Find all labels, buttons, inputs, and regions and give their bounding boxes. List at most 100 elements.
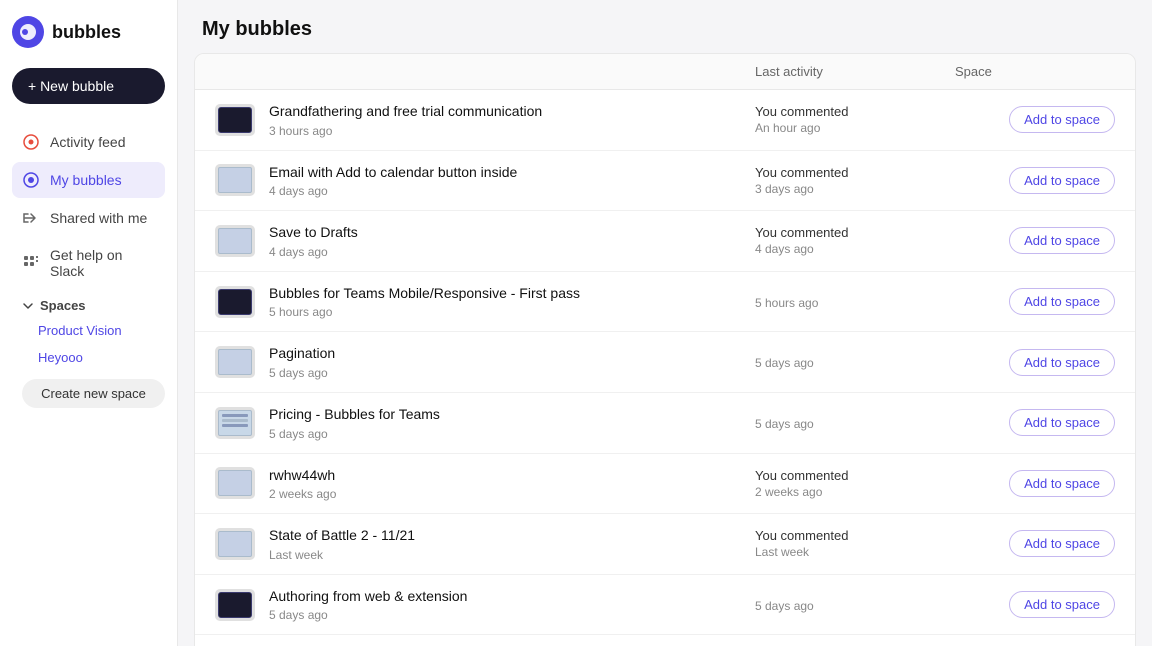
spaces-label: Spaces — [40, 298, 86, 313]
table-row: Email with Add to calendar button inside… — [195, 151, 1135, 212]
bubble-name: Save to Drafts — [269, 223, 358, 243]
space-link-product-vision[interactable]: Product Vision — [12, 317, 165, 344]
table-row: Authoring from web & extension 5 days ag… — [195, 575, 1135, 636]
space-cell: Add to space — [955, 409, 1115, 436]
activity-cell: You commentedAn hour ago — [755, 104, 955, 135]
bubble-info: Pricing - Bubbles for Teams 5 days ago — [269, 405, 440, 441]
col-last-activity: Last activity — [755, 64, 955, 79]
shared-with-me-icon — [22, 209, 40, 227]
bubble-name: Grandfathering and free trial communicat… — [269, 102, 542, 122]
table-row: Save to Drafts 4 days ago You commented4… — [195, 211, 1135, 272]
bubble-cell: Grandfathering and free trial communicat… — [215, 102, 755, 138]
activity-cell: You commented4 days ago — [755, 225, 955, 256]
bubble-cell: Email with Add to calendar button inside… — [215, 163, 755, 199]
sidebar-item-get-help[interactable]: Get help on Slack — [12, 238, 165, 288]
col-bubble — [215, 64, 755, 79]
bubble-thumbnail — [215, 104, 255, 136]
space-cell: Add to space — [955, 349, 1115, 376]
shared-with-me-label: Shared with me — [50, 210, 147, 226]
bubble-thumbnail — [215, 407, 255, 439]
bubble-time: 5 days ago — [269, 427, 440, 441]
add-to-space-button[interactable]: Add to space — [1009, 591, 1115, 618]
bubble-name: rwhw44wh — [269, 466, 336, 486]
bubble-time: 4 days ago — [269, 184, 517, 198]
page-title: My bubbles — [202, 18, 1128, 41]
main-content: My bubbles Last activity Space Grandfath… — [178, 0, 1152, 646]
bubble-cell: Authoring from web & extension 5 days ag… — [215, 587, 755, 623]
bubble-cell: Save to Drafts 4 days ago — [215, 223, 755, 259]
bubble-time: Last week — [269, 548, 415, 562]
table-row: Pagination 5 days ago 5 days ago Add to … — [195, 332, 1135, 393]
activity-feed-icon — [22, 133, 40, 151]
activity-cell: 5 days ago — [755, 415, 955, 431]
bubble-time: 4 days ago — [269, 245, 358, 259]
bubble-thumbnail — [215, 467, 255, 499]
table-row: Grandfathering and free trial communicat… — [195, 90, 1135, 151]
bubble-name: Pricing - Bubbles for Teams — [269, 405, 440, 425]
bubbles-table: Last activity Space Grandfathering and f… — [194, 53, 1136, 646]
table-row: Bubbles for Teams Mobile/Responsive - Fi… — [195, 272, 1135, 333]
main-header: My bubbles — [178, 0, 1152, 53]
activity-feed-label: Activity feed — [50, 134, 125, 150]
add-to-space-button[interactable]: Add to space — [1009, 409, 1115, 436]
col-space: Space — [955, 64, 1115, 79]
bubble-thumbnail — [215, 589, 255, 621]
space-cell: Add to space — [955, 106, 1115, 133]
bubble-thumbnail — [215, 346, 255, 378]
activity-cell: You commented3 days ago — [755, 165, 955, 196]
space-cell: Add to space — [955, 227, 1115, 254]
space-cell: Add to space — [955, 591, 1115, 618]
bubble-info: Save to Drafts 4 days ago — [269, 223, 358, 259]
space-cell: Add to space — [955, 167, 1115, 194]
sidebar-item-shared-with-me[interactable]: Shared with me — [12, 200, 165, 236]
bubble-cell: Pagination 5 days ago — [215, 344, 755, 380]
chevron-down-icon — [22, 300, 34, 312]
bubble-name: Bubbles for Teams Mobile/Responsive - Fi… — [269, 284, 580, 304]
bubble-name: Email with Add to calendar button inside — [269, 163, 517, 183]
bubble-name: Pagination — [269, 344, 335, 364]
bubble-info: Authoring from web & extension 5 days ag… — [269, 587, 467, 623]
create-new-space-button[interactable]: Create new space — [22, 379, 165, 408]
space-cell: Add to space — [955, 470, 1115, 497]
bubble-name: State of Battle 2 - 11/21 — [269, 526, 415, 546]
bubble-time: 5 days ago — [269, 608, 467, 622]
activity-cell: 5 hours ago — [755, 294, 955, 310]
table-row: State of Battle 2 - 11/21 Last week You … — [195, 514, 1135, 575]
add-to-space-button[interactable]: Add to space — [1009, 227, 1115, 254]
activity-cell: 5 days ago — [755, 597, 955, 613]
bubble-info: State of Battle 2 - 11/21 Last week — [269, 526, 415, 562]
bubble-time: 5 hours ago — [269, 305, 580, 319]
sidebar-item-activity-feed[interactable]: Activity feed — [12, 124, 165, 160]
my-bubbles-label: My bubbles — [50, 172, 122, 188]
add-to-space-button[interactable]: Add to space — [1009, 167, 1115, 194]
new-bubble-button[interactable]: + New bubble — [12, 68, 165, 104]
get-help-label: Get help on Slack — [50, 247, 155, 279]
add-to-space-button[interactable]: Add to space — [1009, 349, 1115, 376]
bubble-cell: Bubbles for Teams Mobile/Responsive - Fi… — [215, 284, 755, 320]
app-logo-icon — [12, 16, 44, 48]
bubble-info: Bubbles for Teams Mobile/Responsive - Fi… — [269, 284, 580, 320]
activity-cell: You commentedLast week — [755, 528, 955, 559]
add-to-space-button[interactable]: Add to space — [1009, 106, 1115, 133]
bubble-thumbnail — [215, 164, 255, 196]
my-bubbles-icon — [22, 171, 40, 189]
bubble-thumbnail — [215, 225, 255, 257]
app-logo-text: bubbles — [52, 22, 121, 43]
table-row: Adding people to a bubble 2 weeks ago 2 … — [195, 635, 1135, 646]
bubble-info: Grandfathering and free trial communicat… — [269, 102, 542, 138]
spaces-section-header[interactable]: Spaces — [12, 290, 165, 317]
bubble-thumbnail — [215, 528, 255, 560]
sidebar-item-my-bubbles[interactable]: My bubbles — [12, 162, 165, 198]
add-to-space-button[interactable]: Add to space — [1009, 288, 1115, 315]
add-to-space-button[interactable]: Add to space — [1009, 470, 1115, 497]
space-link-heyooo[interactable]: Heyooo — [12, 344, 165, 371]
add-to-space-button[interactable]: Add to space — [1009, 530, 1115, 557]
bubble-cell: State of Battle 2 - 11/21 Last week — [215, 526, 755, 562]
bubble-time: 5 days ago — [269, 366, 335, 380]
bubble-info: Email with Add to calendar button inside… — [269, 163, 517, 199]
bubble-name: Authoring from web & extension — [269, 587, 467, 607]
sidebar: bubbles + New bubble Activity feed My bu… — [0, 0, 178, 646]
bubble-time: 2 weeks ago — [269, 487, 336, 501]
space-cell: Add to space — [955, 530, 1115, 557]
bubble-thumbnail — [215, 286, 255, 318]
